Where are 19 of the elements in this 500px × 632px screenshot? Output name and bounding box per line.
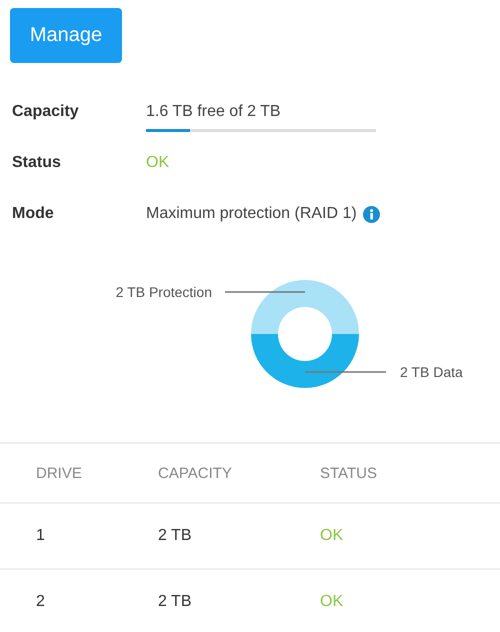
column-header: STATUS bbox=[320, 464, 378, 482]
manage-button[interactable]: Manage bbox=[10, 8, 122, 63]
table-cell-text: 1 bbox=[36, 527, 46, 545]
table-cell-text: 2 bbox=[36, 593, 46, 611]
field-label: Mode bbox=[12, 205, 55, 223]
chart-label: 2 TB Data bbox=[400, 364, 463, 380]
mode-text: Maximum protection (RAID 1) bbox=[146, 205, 357, 223]
info-icon[interactable] bbox=[362, 206, 380, 222]
table-cell-text: 2 TB bbox=[158, 527, 192, 545]
field-label: Capacity bbox=[12, 103, 80, 121]
field-label: Status bbox=[12, 154, 62, 172]
column-header: DRIVE bbox=[36, 464, 83, 482]
capacity-text: 1.6 TB free of 2 TB bbox=[146, 103, 282, 121]
status-text: OK bbox=[146, 154, 170, 172]
column-header: CAPACITY bbox=[158, 464, 233, 482]
table-cell-text: 2 TB bbox=[158, 593, 192, 611]
table-cell-text: OK bbox=[320, 527, 344, 545]
table-cell-text: OK bbox=[320, 593, 344, 611]
chart-label: 2 TB Protection bbox=[116, 284, 212, 300]
